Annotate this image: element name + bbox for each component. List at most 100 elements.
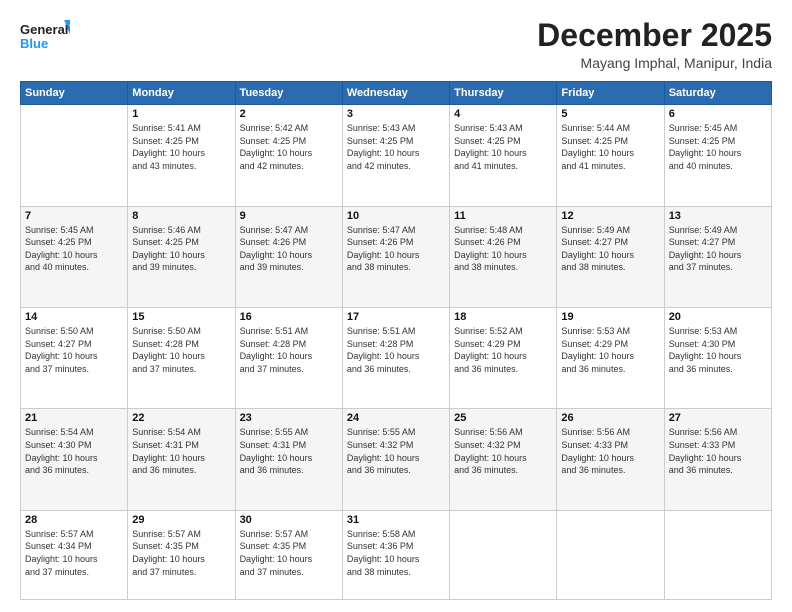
col-wednesday: Wednesday	[342, 82, 449, 105]
table-row: 14 Sunrise: 5:50 AM Sunset: 4:27 PM Dayli…	[21, 308, 128, 409]
table-row: 20Sunrise: 5:53 AM Sunset: 4:30 PM Dayli…	[664, 308, 771, 409]
cell-date: 4	[454, 108, 552, 120]
page: General Blue December 2025 Mayang Imphal…	[0, 0, 792, 612]
svg-text:Blue: Blue	[20, 36, 48, 51]
col-friday: Friday	[557, 82, 664, 105]
cell-date: 10	[347, 210, 445, 222]
col-sunday: Sunday	[21, 82, 128, 105]
col-tuesday: Tuesday	[235, 82, 342, 105]
table-row: 7 Sunrise: 5:45 AM Sunset: 4:25 PM Daylig…	[21, 206, 128, 307]
cell-date: 12	[561, 210, 659, 222]
table-row: 16 Sunrise: 5:51 AM Sunset: 4:28 PM Dayli…	[235, 308, 342, 409]
cell-info: Sunrise: 5:41 AM Sunset: 4:25 PM Dayligh…	[132, 122, 230, 172]
cell-date: 24	[347, 412, 445, 424]
table-row: 3Sunrise: 5:43 AM Sunset: 4:25 PM Daylig…	[342, 105, 449, 206]
col-saturday: Saturday	[664, 82, 771, 105]
cell-date: 20	[669, 311, 767, 323]
table-row: 15Sunrise: 5:50 AM Sunset: 4:28 PM Dayli…	[128, 308, 235, 409]
cell-date: 6	[669, 108, 767, 120]
cell-info: Sunrise: 5:51 AM Sunset: 4:28 PM Dayligh…	[347, 325, 445, 375]
cell-info: Sunrise: 5:44 AM Sunset: 4:25 PM Dayligh…	[561, 122, 659, 172]
cell-info: Sunrise: 5:54 AM Sunset: 4:30 PM Dayligh…	[25, 426, 123, 476]
cell-info: Sunrise: 5:47 AM Sunset: 4:26 PM Dayligh…	[347, 224, 445, 274]
table-row: 27 Sunrise: 5:56 AM Sunset: 4:33 PM Dayli…	[664, 409, 771, 510]
cell-date: 19	[561, 311, 659, 323]
cell-date: 31	[347, 514, 445, 526]
table-row: 22 Sunrise: 5:54 AM Sunset: 4:31 PM Dayli…	[128, 409, 235, 510]
cell-info: Sunrise: 5:57 AM Sunset: 4:35 PM Dayligh…	[240, 528, 338, 578]
cell-info: Sunrise: 5:56 AM Sunset: 4:32 PM Dayligh…	[454, 426, 552, 476]
cell-info: Sunrise: 5:45 AM Sunset: 4:25 PM Dayligh…	[25, 224, 123, 274]
table-row: 2Sunrise: 5:42 AM Sunset: 4:25 PM Daylig…	[235, 105, 342, 206]
cell-date: 21	[25, 412, 123, 424]
table-row: 5Sunrise: 5:44 AM Sunset: 4:25 PM Daylig…	[557, 105, 664, 206]
cell-info: Sunrise: 5:55 AM Sunset: 4:31 PM Dayligh…	[240, 426, 338, 476]
table-row: 19 Sunrise: 5:53 AM Sunset: 4:29 PM Dayli…	[557, 308, 664, 409]
cell-info: Sunrise: 5:50 AM Sunset: 4:28 PM Dayligh…	[132, 325, 230, 375]
calendar-week-row: 21 Sunrise: 5:54 AM Sunset: 4:30 PM Dayli…	[21, 409, 772, 510]
logo: General Blue	[20, 18, 70, 56]
cell-info: Sunrise: 5:42 AM Sunset: 4:25 PM Dayligh…	[240, 122, 338, 172]
cell-info: Sunrise: 5:54 AM Sunset: 4:31 PM Dayligh…	[132, 426, 230, 476]
calendar-week-row: 1 Sunrise: 5:41 AM Sunset: 4:25 PM Daylig…	[21, 105, 772, 206]
logo-svg: General Blue	[20, 18, 70, 56]
svg-text:General: General	[20, 22, 68, 37]
cell-info: Sunrise: 5:56 AM Sunset: 4:33 PM Dayligh…	[669, 426, 767, 476]
cell-date: 13	[669, 210, 767, 222]
table-row: 30 Sunrise: 5:57 AM Sunset: 4:35 PM Dayli…	[235, 510, 342, 599]
cell-info: Sunrise: 5:49 AM Sunset: 4:27 PM Dayligh…	[669, 224, 767, 274]
cell-date: 26	[561, 412, 659, 424]
table-row: 13 Sunrise: 5:49 AM Sunset: 4:27 PM Dayli…	[664, 206, 771, 307]
col-thursday: Thursday	[450, 82, 557, 105]
page-title: December 2025	[537, 18, 772, 53]
table-row: 18 Sunrise: 5:52 AM Sunset: 4:29 PM Dayli…	[450, 308, 557, 409]
cell-date: 27	[669, 412, 767, 424]
title-block: December 2025 Mayang Imphal, Manipur, In…	[537, 18, 772, 71]
table-row: 31 Sunrise: 5:58 AM Sunset: 4:36 PM Dayli…	[342, 510, 449, 599]
table-row: 25 Sunrise: 5:56 AM Sunset: 4:32 PM Dayli…	[450, 409, 557, 510]
table-row: 21 Sunrise: 5:54 AM Sunset: 4:30 PM Dayli…	[21, 409, 128, 510]
cell-date: 3	[347, 108, 445, 120]
cell-info: Sunrise: 5:45 AM Sunset: 4:25 PM Dayligh…	[669, 122, 767, 172]
cell-date: 29	[132, 514, 230, 526]
cell-info: Sunrise: 5:57 AM Sunset: 4:35 PM Dayligh…	[132, 528, 230, 578]
calendar-table: Sunday Monday Tuesday Wednesday Thursday…	[20, 81, 772, 600]
table-row: 9Sunrise: 5:47 AM Sunset: 4:26 PM Daylig…	[235, 206, 342, 307]
cell-date: 7	[25, 210, 123, 222]
table-row	[664, 510, 771, 599]
table-row: 24 Sunrise: 5:55 AM Sunset: 4:32 PM Dayli…	[342, 409, 449, 510]
cell-info: Sunrise: 5:55 AM Sunset: 4:32 PM Dayligh…	[347, 426, 445, 476]
table-row	[450, 510, 557, 599]
cell-date: 30	[240, 514, 338, 526]
cell-date: 22	[132, 412, 230, 424]
cell-date: 11	[454, 210, 552, 222]
cell-info: Sunrise: 5:53 AM Sunset: 4:29 PM Dayligh…	[561, 325, 659, 375]
table-row: 29 Sunrise: 5:57 AM Sunset: 4:35 PM Dayli…	[128, 510, 235, 599]
header: General Blue December 2025 Mayang Imphal…	[20, 18, 772, 71]
cell-date: 18	[454, 311, 552, 323]
table-row: 23Sunrise: 5:55 AM Sunset: 4:31 PM Dayli…	[235, 409, 342, 510]
cell-info: Sunrise: 5:52 AM Sunset: 4:29 PM Dayligh…	[454, 325, 552, 375]
cell-date: 8	[132, 210, 230, 222]
cell-info: Sunrise: 5:58 AM Sunset: 4:36 PM Dayligh…	[347, 528, 445, 578]
cell-info: Sunrise: 5:49 AM Sunset: 4:27 PM Dayligh…	[561, 224, 659, 274]
cell-info: Sunrise: 5:50 AM Sunset: 4:27 PM Dayligh…	[25, 325, 123, 375]
table-row: 4 Sunrise: 5:43 AM Sunset: 4:25 PM Daylig…	[450, 105, 557, 206]
cell-info: Sunrise: 5:57 AM Sunset: 4:34 PM Dayligh…	[25, 528, 123, 578]
table-row	[21, 105, 128, 206]
calendar-week-row: 14 Sunrise: 5:50 AM Sunset: 4:27 PM Dayli…	[21, 308, 772, 409]
table-row: 6 Sunrise: 5:45 AM Sunset: 4:25 PM Daylig…	[664, 105, 771, 206]
table-row: 8Sunrise: 5:46 AM Sunset: 4:25 PM Daylig…	[128, 206, 235, 307]
cell-date: 14	[25, 311, 123, 323]
col-monday: Monday	[128, 82, 235, 105]
cell-date: 25	[454, 412, 552, 424]
cell-date: 16	[240, 311, 338, 323]
cell-info: Sunrise: 5:51 AM Sunset: 4:28 PM Dayligh…	[240, 325, 338, 375]
cell-date: 17	[347, 311, 445, 323]
calendar-week-row: 28Sunrise: 5:57 AM Sunset: 4:34 PM Dayli…	[21, 510, 772, 599]
page-subtitle: Mayang Imphal, Manipur, India	[537, 55, 772, 71]
cell-date: 1	[132, 108, 230, 120]
table-row: 17 Sunrise: 5:51 AM Sunset: 4:28 PM Dayli…	[342, 308, 449, 409]
table-row: 1 Sunrise: 5:41 AM Sunset: 4:25 PM Daylig…	[128, 105, 235, 206]
cell-info: Sunrise: 5:43 AM Sunset: 4:25 PM Dayligh…	[454, 122, 552, 172]
